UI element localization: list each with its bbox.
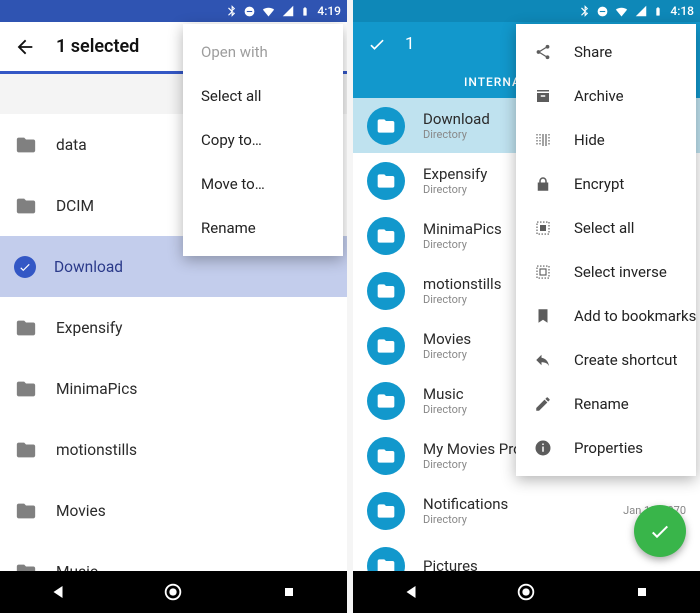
folder-icon: [367, 217, 405, 255]
selection-title: 1 selected: [56, 36, 139, 57]
selection-count: 1: [405, 34, 415, 54]
check-icon[interactable]: [367, 34, 387, 54]
list-item-label: data: [56, 136, 87, 154]
check-icon: [14, 256, 36, 278]
dnd-icon: [596, 5, 609, 18]
battery-icon: [653, 4, 663, 19]
list-item-label: Expensify: [56, 319, 122, 337]
folder-icon: [367, 107, 405, 145]
folder-icon: [367, 162, 405, 200]
system-nav: [0, 571, 347, 613]
folder-icon: [367, 492, 405, 530]
list-item-label: Download: [54, 258, 123, 276]
list-item-label: motionstills: [56, 441, 137, 459]
share-icon: [534, 43, 552, 61]
list-item[interactable]: Movies: [0, 480, 347, 541]
shortcut-icon: [534, 351, 552, 369]
folder-icon: [367, 327, 405, 365]
nav-back[interactable]: [386, 583, 436, 601]
menu-rename[interactable]: Rename: [183, 206, 343, 250]
system-nav: [353, 571, 700, 613]
menu-hide[interactable]: Hide: [516, 118, 696, 162]
menu-share[interactable]: Share: [516, 30, 696, 74]
folder-icon: [367, 437, 405, 475]
menu-add-bookmarks[interactable]: Add to bookmarks: [516, 294, 696, 338]
menu-move-to[interactable]: Move to…: [183, 162, 343, 206]
menu-select-all[interactable]: Select all: [183, 74, 343, 118]
list-item[interactable]: Music: [0, 541, 347, 571]
nav-back[interactable]: [33, 583, 83, 601]
list-item-label: Music: [56, 563, 98, 572]
folder-icon: [14, 500, 38, 522]
select-all-icon: [534, 219, 552, 237]
status-bar: 4:18: [353, 0, 700, 22]
menu-select-inverse[interactable]: Select inverse: [516, 250, 696, 294]
list-item[interactable]: MinimaPics: [0, 358, 347, 419]
menu-encrypt[interactable]: Encrypt: [516, 162, 696, 206]
nav-recent[interactable]: [617, 584, 667, 600]
status-bar: 4:19: [0, 0, 347, 22]
folder-icon: [14, 134, 38, 156]
list-item-label: Movies: [56, 502, 106, 520]
archive-icon: [534, 87, 552, 105]
nav-home[interactable]: [148, 581, 198, 603]
menu-rename[interactable]: Rename: [516, 382, 696, 426]
menu-copy-to[interactable]: Copy to…: [183, 118, 343, 162]
overflow-menu: Share Archive Hide Encrypt Select all Se…: [516, 24, 696, 476]
menu-create-shortcut[interactable]: Create shortcut: [516, 338, 696, 382]
signal-icon: [634, 4, 648, 18]
back-icon[interactable]: [14, 36, 36, 58]
folder-icon: [14, 561, 38, 572]
bluetooth-icon: [224, 4, 238, 18]
overflow-menu: Open with Select all Copy to… Move to… R…: [183, 24, 343, 256]
menu-select-all[interactable]: Select all: [516, 206, 696, 250]
hide-icon: [534, 131, 552, 149]
info-icon: [534, 439, 552, 457]
select-inverse-icon: [534, 263, 552, 281]
bluetooth-icon: [577, 4, 591, 18]
battery-icon: [300, 4, 310, 19]
wifi-icon: [261, 4, 276, 19]
status-time: 4:19: [317, 4, 341, 18]
list-item[interactable]: motionstills: [0, 419, 347, 480]
pencil-icon: [534, 395, 552, 413]
menu-archive[interactable]: Archive: [516, 74, 696, 118]
list-item[interactable]: Expensify: [0, 297, 347, 358]
folder-icon: [367, 272, 405, 310]
confirm-fab[interactable]: [634, 505, 686, 557]
folder-icon: [367, 547, 405, 572]
dnd-icon: [243, 5, 256, 18]
nav-home[interactable]: [501, 581, 551, 603]
menu-properties[interactable]: Properties: [516, 426, 696, 470]
list-item-label: MinimaPics: [56, 380, 137, 398]
signal-icon: [281, 4, 295, 18]
folder-icon: [14, 317, 38, 339]
list-item-label: DCIM: [56, 197, 94, 215]
list-item-label: Pictures: [423, 557, 686, 572]
menu-open-with: Open with: [183, 30, 343, 74]
list-item-type: Directory: [423, 513, 605, 526]
wifi-icon: [614, 4, 629, 19]
folder-icon: [14, 439, 38, 461]
bookmark-icon: [534, 307, 552, 325]
folder-icon: [14, 195, 38, 217]
folder-icon: [14, 378, 38, 400]
status-time: 4:18: [670, 4, 694, 18]
lock-icon: [534, 175, 552, 193]
folder-icon: [367, 382, 405, 420]
list-item-label: Notifications: [423, 495, 605, 513]
nav-recent[interactable]: [264, 584, 314, 600]
